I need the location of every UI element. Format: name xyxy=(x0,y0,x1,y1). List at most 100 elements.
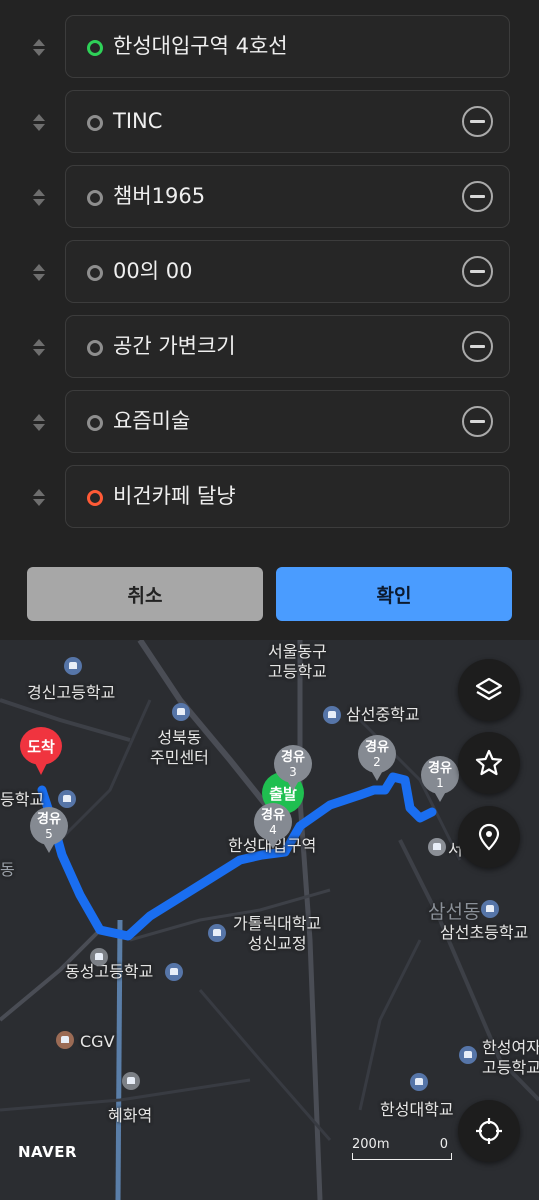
confirm-button[interactable]: 확인 xyxy=(276,567,512,621)
waypoint-pin-number: 2 xyxy=(373,755,381,769)
stop-field-waypoint[interactable]: TINC xyxy=(65,90,510,153)
end-pin-label: 도착 xyxy=(27,738,55,756)
drag-handle-icon[interactable] xyxy=(31,187,47,209)
waypoint-pin[interactable]: 경유 5 xyxy=(28,807,70,863)
stop-field-end[interactable]: 비건카페 달냥 xyxy=(65,465,510,528)
route-editor-panel: 한성대입구역 4호선 TINC 챔버1965 00의 00 공간 가변크기 요즘… xyxy=(0,0,539,640)
stop-label: 00의 00 xyxy=(113,259,193,283)
waypoint-pin-label: 경유 xyxy=(428,761,452,776)
map-label: 한성대학교 xyxy=(380,1100,454,1119)
scale-zero: 0 xyxy=(439,1137,449,1152)
cancel-button[interactable]: 취소 xyxy=(27,567,263,621)
end-dot-icon xyxy=(87,490,103,506)
star-icon xyxy=(475,749,503,776)
waypoint-pin-number: 5 xyxy=(45,827,53,841)
scale-label: 200m xyxy=(352,1137,390,1152)
map-scale: 200m 0 xyxy=(352,1137,452,1160)
cctv-icon xyxy=(90,948,108,966)
map-label: 가톨릭대학교 성신교정 xyxy=(233,914,322,953)
stop-row-1: TINC xyxy=(0,90,539,156)
map-label: 혜화역 xyxy=(108,1106,153,1125)
waypoint-dot-icon xyxy=(87,115,103,131)
drag-handle-icon[interactable] xyxy=(31,337,47,359)
school-icon xyxy=(323,706,341,724)
stop-row-start: 한성대입구역 4호선 xyxy=(0,15,539,81)
stop-row-2: 챔버1965 xyxy=(0,165,539,231)
university-icon xyxy=(208,924,226,942)
drag-handle-icon[interactable] xyxy=(31,262,47,284)
cinema-icon xyxy=(56,1031,74,1049)
drag-handle-icon[interactable] xyxy=(31,487,47,509)
school-icon xyxy=(481,900,499,918)
map-label: 삼선초등학교 xyxy=(440,923,529,942)
station-icon xyxy=(428,838,446,856)
stop-label: 공간 가변크기 xyxy=(113,334,236,358)
remove-stop-icon[interactable] xyxy=(462,331,493,362)
waypoint-dot-icon xyxy=(87,340,103,356)
stop-row-5: 요즘미술 xyxy=(0,390,539,456)
waypoint-pin[interactable]: 경유 4 xyxy=(252,803,294,859)
layers-icon xyxy=(475,677,503,701)
remove-stop-icon[interactable] xyxy=(462,181,493,212)
stop-label: TINC xyxy=(113,109,163,133)
cctv-icon xyxy=(122,1072,140,1090)
stop-field-start[interactable]: 한성대입구역 4호선 xyxy=(65,15,510,78)
map-label: 성북동 주민센터 xyxy=(150,728,209,767)
crosshair-icon xyxy=(476,1118,502,1144)
stop-label: 요즘미술 xyxy=(113,409,191,433)
remove-stop-icon[interactable] xyxy=(462,406,493,437)
layers-button[interactable] xyxy=(458,659,520,721)
stop-label: 한성대입구역 4호선 xyxy=(113,34,288,58)
waypoint-pin[interactable]: 경유 3 xyxy=(272,745,314,801)
school-icon xyxy=(459,1046,477,1064)
waypoint-dot-icon xyxy=(87,190,103,206)
waypoint-pin-label: 경유 xyxy=(261,808,285,823)
naver-logo: NAVER xyxy=(18,1143,78,1161)
stop-row-3: 00의 00 xyxy=(0,240,539,306)
stop-field-waypoint[interactable]: 공간 가변크기 xyxy=(65,315,510,378)
stop-row-4: 공간 가변크기 xyxy=(0,315,539,381)
map-label: 동성고등학교 xyxy=(65,962,154,981)
drag-handle-icon[interactable] xyxy=(31,112,47,134)
scale-bar xyxy=(352,1153,452,1160)
waypoint-pin-label: 경유 xyxy=(281,750,305,765)
map-view[interactable]: 서울동구 고등학교 경신고등학교 삼선중학교 성북동 주민센터 등학교 동 한성대입… xyxy=(0,640,539,1200)
map-label: 서울동구 고등학교 xyxy=(268,642,327,681)
stop-label: 비건카페 달냥 xyxy=(113,484,236,508)
map-label: CGV xyxy=(80,1032,115,1051)
map-label: 동 xyxy=(0,860,15,879)
waypoint-dot-icon xyxy=(87,415,103,431)
waypoint-pin-number: 3 xyxy=(289,765,297,779)
map-label: 삼선동 xyxy=(428,901,481,923)
stop-field-waypoint[interactable]: 챔버1965 xyxy=(65,165,510,228)
favorites-button[interactable] xyxy=(458,732,520,794)
waypoint-pin-label: 경유 xyxy=(365,740,389,755)
waypoint-pin-number: 1 xyxy=(436,776,444,790)
map-label: 경신고등학교 xyxy=(27,683,116,702)
drag-handle-icon[interactable] xyxy=(31,412,47,434)
start-dot-icon xyxy=(87,40,103,56)
school-icon xyxy=(58,790,76,808)
waypoint-pin-label: 경유 xyxy=(37,812,61,827)
stop-field-waypoint[interactable]: 00의 00 xyxy=(65,240,510,303)
waypoint-dot-icon xyxy=(87,265,103,281)
remove-stop-icon[interactable] xyxy=(462,106,493,137)
location-pin-icon xyxy=(478,823,500,851)
stop-label: 챔버1965 xyxy=(113,184,206,208)
drag-handle-icon[interactable] xyxy=(31,37,47,59)
stop-field-waypoint[interactable]: 요즘미술 xyxy=(65,390,510,453)
university-icon xyxy=(410,1073,428,1091)
waypoint-pin[interactable]: 경유 2 xyxy=(356,735,398,791)
end-pin[interactable]: 도착 xyxy=(20,727,62,783)
map-label: 한성여자 고등학교 xyxy=(482,1038,539,1077)
remove-stop-icon[interactable] xyxy=(462,256,493,287)
school-icon xyxy=(165,963,183,981)
waypoint-pin[interactable]: 경유 1 xyxy=(419,756,461,812)
location-pin-button[interactable] xyxy=(458,806,520,868)
waypoint-pin-number: 4 xyxy=(269,823,277,837)
current-location-button[interactable] xyxy=(458,1100,520,1162)
office-icon xyxy=(172,703,190,721)
stop-row-end: 비건카페 달냥 xyxy=(0,465,539,531)
map-label: 삼선중학교 xyxy=(346,705,420,724)
school-icon xyxy=(64,657,82,675)
